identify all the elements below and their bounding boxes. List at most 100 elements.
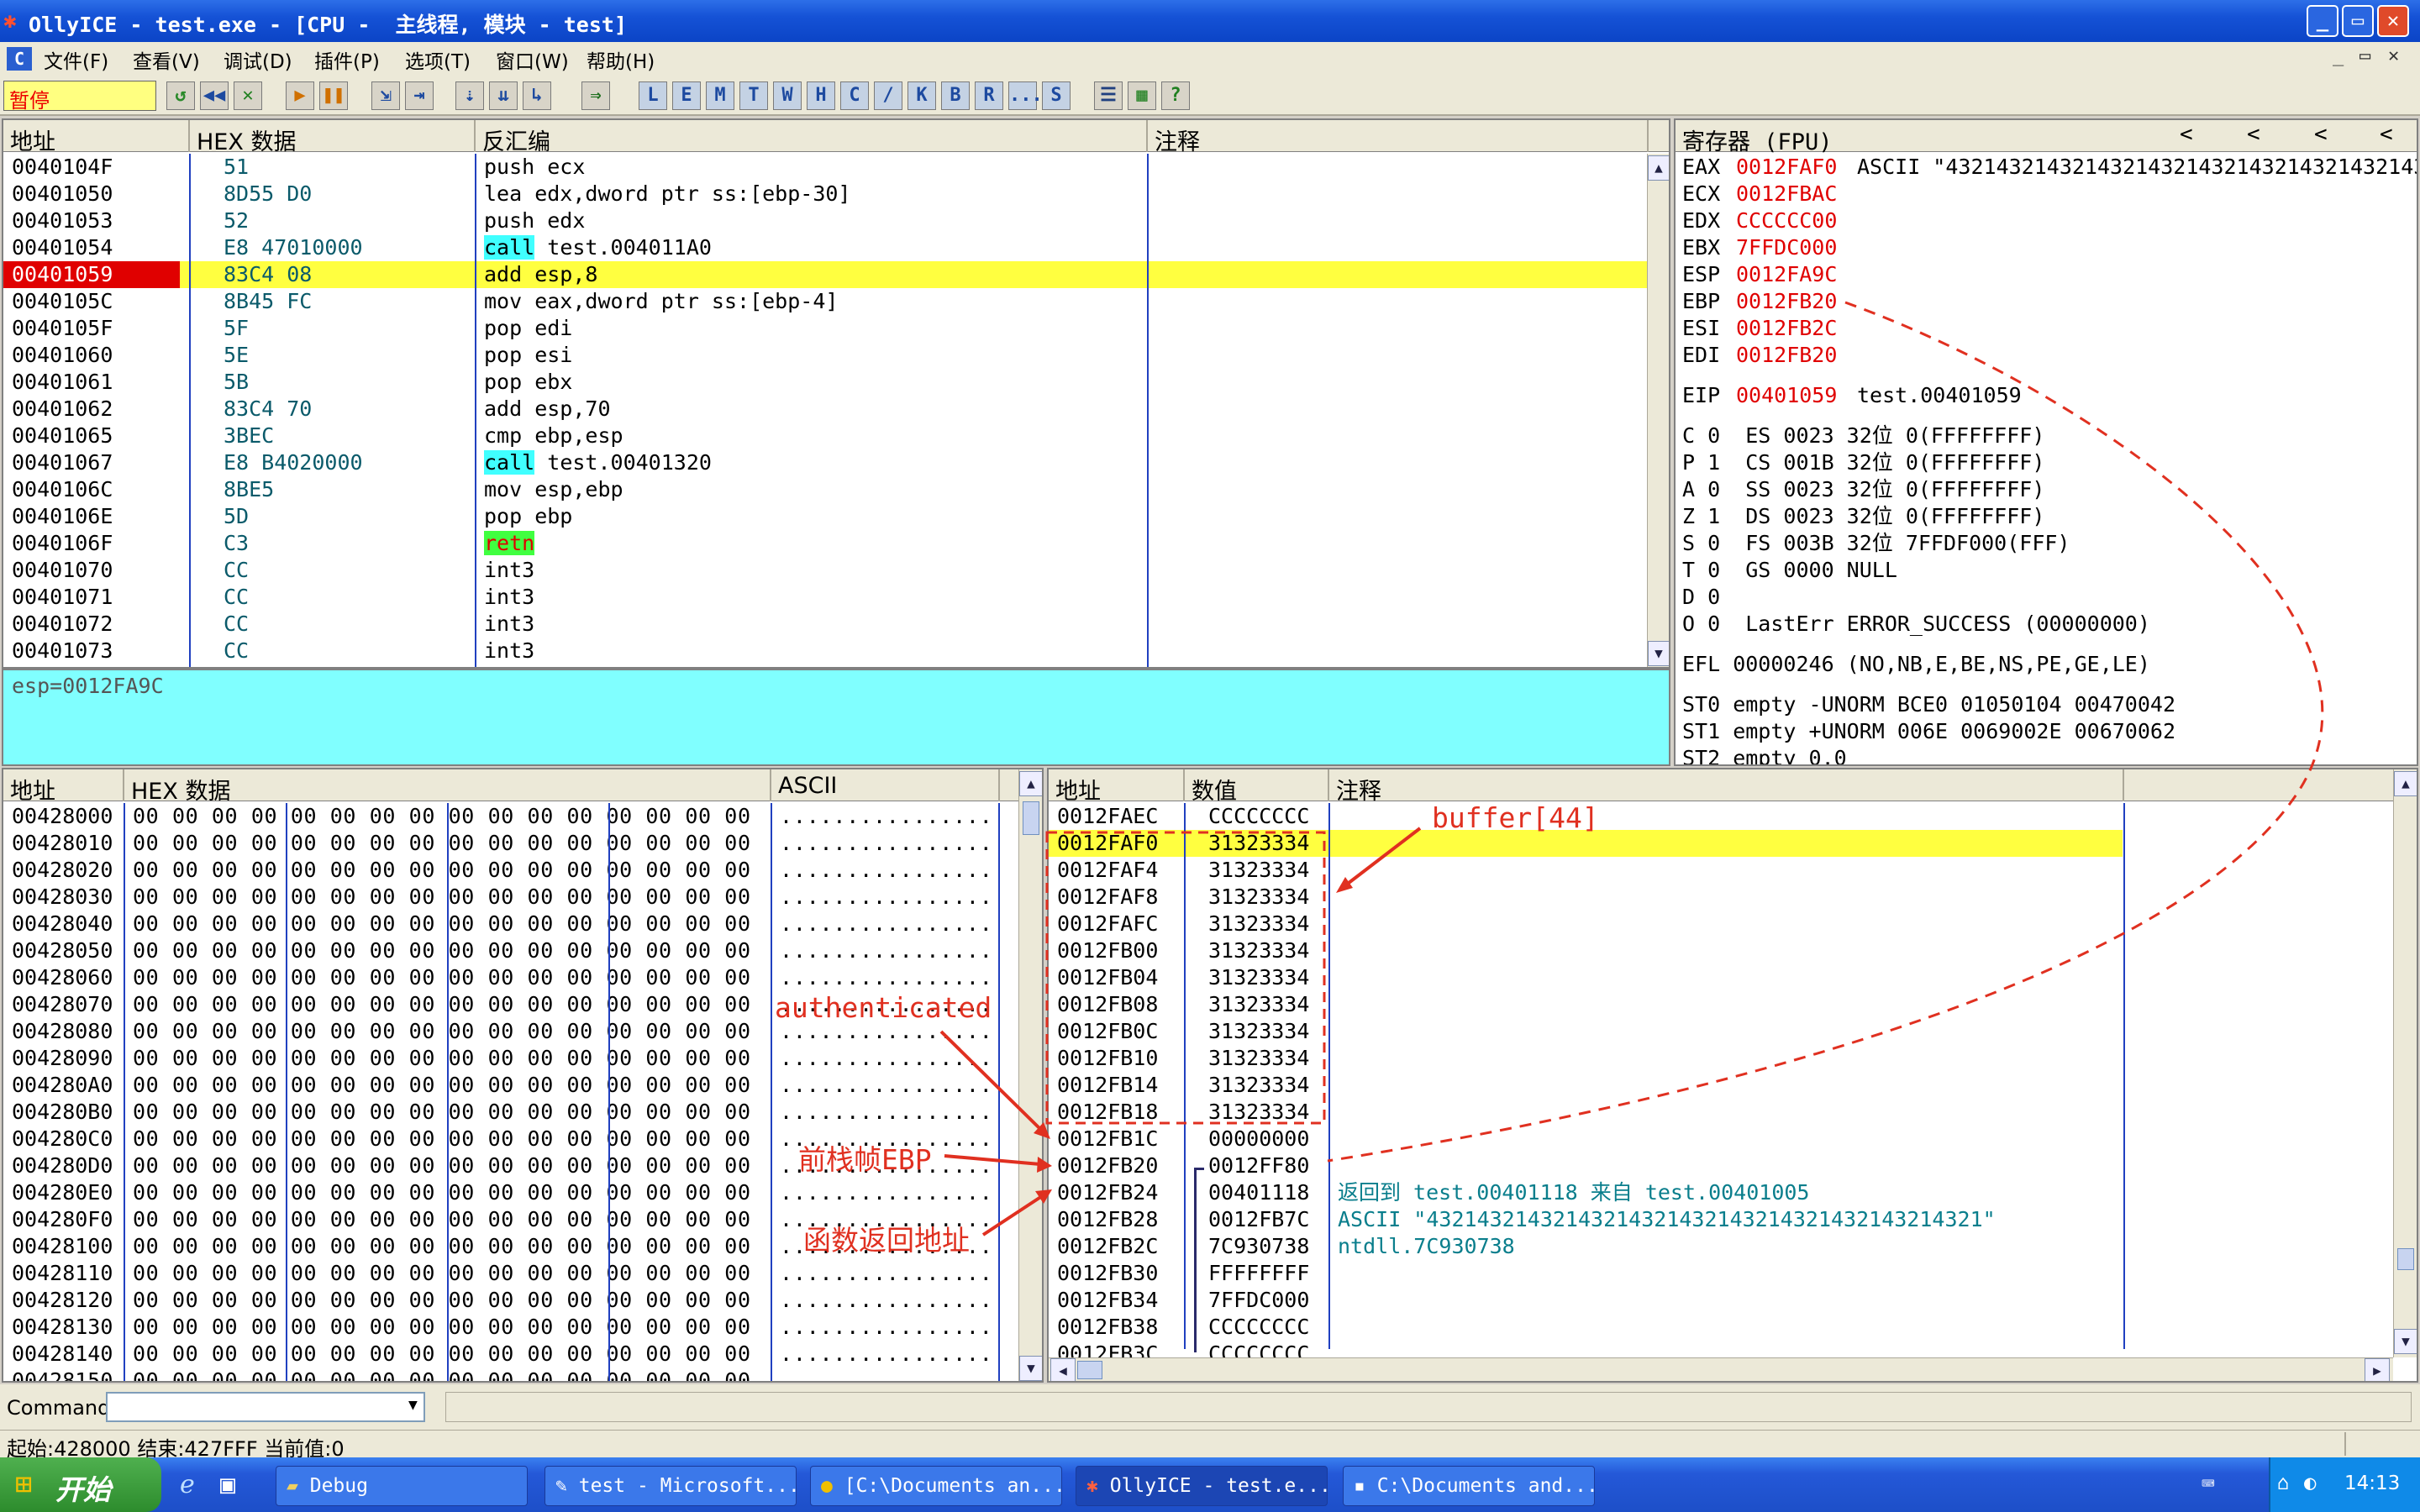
task-explorer[interactable]: ● [C:\Documents an... (810, 1466, 1065, 1506)
disasm-row[interactable]: 00401067 E8 B4020000 call test.00401320 (3, 449, 1647, 476)
dump-scrollbar[interactable]: ▲ ▼ (1018, 769, 1042, 1381)
register-esi[interactable]: ESI 0012FB2C (1682, 315, 2413, 342)
stack-row[interactable]: 0012FB20 0012FF80 (1049, 1152, 2393, 1179)
disasm-row[interactable]: 00401050 8D55 D0 lea edx,dword ptr ss:[ebp… (3, 181, 1647, 207)
window-button-2[interactable]: E (672, 81, 701, 110)
network-icon[interactable]: ⌂ (2277, 1471, 2289, 1494)
mdi-minimize-button[interactable]: _ (2333, 45, 2344, 66)
flag-row[interactable]: C 0 ES 0023 32位 0(FFFFFFFF) (1682, 423, 2413, 449)
stack-hscrollbar[interactable]: ◀ ▶ (1049, 1357, 2393, 1381)
stack-row[interactable]: 0012FAF0 31323334 (1049, 830, 2393, 857)
hscroll-left-icon[interactable]: ◀ (1050, 1358, 1076, 1381)
disasm-row[interactable]: 0040106E 5D pop ebp (3, 503, 1647, 530)
stack-row[interactable]: 0012FB14 31323334 (1049, 1072, 2393, 1099)
dump-col-hex[interactable]: HEX 数据 (124, 769, 771, 805)
register-ebp[interactable]: EBP 0012FB20 (1682, 288, 2413, 315)
stack-row[interactable]: 0012FAFC 31323334 (1049, 911, 2393, 937)
dump-row[interactable]: 00428130 00 00 00 00 00 00 00 00 00 00 00… (3, 1314, 998, 1341)
run-icon[interactable]: ▶ (286, 81, 314, 110)
step-into-icon[interactable]: ⇲ (371, 81, 400, 110)
stack-row[interactable]: 0012FB08 31323334 (1049, 991, 2393, 1018)
disasm-row[interactable]: 0040106C 8BE5 mov esp,ebp (3, 476, 1647, 503)
dump-row[interactable]: 00428000 00 00 00 00 00 00 00 00 00 00 00… (3, 803, 998, 830)
trace-over-icon[interactable]: ⇊ (489, 81, 518, 110)
help-icon[interactable]: ? (1161, 81, 1190, 110)
stack-col-value[interactable]: 数值 (1185, 769, 1329, 805)
command-input[interactable] (106, 1392, 425, 1422)
window-button-5[interactable]: W (773, 81, 802, 110)
minimize-button[interactable]: _ (2307, 5, 2338, 37)
open-icon[interactable]: ↺ (166, 81, 195, 110)
dump-scroll-up-icon[interactable]: ▲ (1019, 771, 1042, 796)
dump-row[interactable]: 00428020 00 00 00 00 00 00 00 00 00 00 00… (3, 857, 998, 884)
reg-nav-4[interactable]: < (2380, 122, 2393, 147)
task-debug[interactable]: ▰ Debug (276, 1466, 528, 1506)
dump-col-ascii[interactable]: ASCII (771, 769, 1000, 801)
dump-row[interactable]: 00428030 00 00 00 00 00 00 00 00 00 00 00… (3, 884, 998, 911)
dump-row[interactable]: 00428110 00 00 00 00 00 00 00 00 00 00 00… (3, 1260, 998, 1287)
dump-row[interactable]: 004280B0 00 00 00 00 00 00 00 00 00 00 00… (3, 1099, 998, 1126)
trace-into-icon[interactable]: ⇣ (455, 81, 484, 110)
disasm-row[interactable]: 0040106F C3 retn (3, 530, 1647, 557)
col-hex[interactable]: HEX 数据 (190, 120, 476, 155)
dump-col-address[interactable]: 地址 (3, 769, 124, 805)
start-button[interactable]: ⊞ 开始 (0, 1457, 161, 1512)
goto-icon[interactable]: ⇒ (581, 81, 610, 110)
ie-icon[interactable]: ℯ (180, 1470, 195, 1499)
mdi-close-button[interactable]: ✕ (2388, 45, 2399, 66)
dump-row[interactable]: 00428150 00 00 00 00 00 00 00 00 00 00 00… (3, 1368, 998, 1381)
window-button-6[interactable]: H (807, 81, 835, 110)
col-address[interactable]: 地址 (3, 120, 190, 155)
dump-row[interactable]: 00428090 00 00 00 00 00 00 00 00 00 00 00… (3, 1045, 998, 1072)
disasm-row[interactable]: 00401054 E8 47010000 call test.004011A0 (3, 234, 1647, 261)
fpu-row[interactable]: ST2 empty 0.0 (1682, 745, 1847, 764)
window-button-11[interactable]: R (975, 81, 1003, 110)
fpu-row[interactable]: ST1 empty +UNORM 006E 0069002E 00670062 (1682, 718, 2175, 745)
register-ecx[interactable]: ECX 0012FBAC (1682, 181, 2413, 207)
flag-row[interactable]: Z 1 DS 0023 32位 0(FFFFFFFF) (1682, 503, 2413, 530)
disasm-row[interactable]: 00401065 3BEC cmp ebp,esp (3, 423, 1647, 449)
mdi-restore-button[interactable]: ▭ (2360, 45, 2370, 66)
close-button[interactable]: ✕ (2377, 5, 2409, 37)
dump-row[interactable]: 00428140 00 00 00 00 00 00 00 00 00 00 00… (3, 1341, 998, 1368)
stack-row[interactable]: 0012FB00 31323334 (1049, 937, 2393, 964)
disasm-row[interactable]: 00401053 52 push edx (3, 207, 1647, 234)
col-disasm[interactable]: 反汇编 (476, 120, 1148, 155)
window-button-8[interactable]: / (874, 81, 902, 110)
disasm-row[interactable]: 00401060 5E pop esi (3, 342, 1647, 369)
window-button-10[interactable]: B (941, 81, 970, 110)
dump-row[interactable]: 00428010 00 00 00 00 00 00 00 00 00 00 00… (3, 830, 998, 857)
registers-pane[interactable]: 寄存器 (FPU) < < < < EAX 0012FAF0 ASCII "4321… (1674, 118, 2418, 766)
dump-row[interactable]: 00428060 00 00 00 00 00 00 00 00 00 00 00… (3, 964, 998, 991)
hscroll-thumb[interactable] (1077, 1361, 1102, 1379)
flag-row[interactable]: D 0 (1682, 584, 2413, 611)
restart-icon[interactable]: ◀◀ (200, 81, 229, 110)
window-button-13[interactable]: S (1042, 81, 1071, 110)
register-esp[interactable]: ESP 0012FA9C (1682, 261, 2413, 288)
close-program-icon[interactable]: ✕ (234, 81, 262, 110)
flag-row[interactable]: T 0 GS 0000 NULL (1682, 557, 2413, 584)
disasm-row[interactable]: 00401059 83C4 08 add esp,8 (3, 261, 1647, 288)
disasm-row[interactable]: 0040105C 8B45 FC mov eax,dword ptr ss:[ebp… (3, 288, 1647, 315)
reg-nav-3[interactable]: < (2314, 122, 2328, 147)
dump-row[interactable]: 00428040 00 00 00 00 00 00 00 00 00 00 00… (3, 911, 998, 937)
dump-row[interactable]: 004280A0 00 00 00 00 00 00 00 00 00 00 00… (3, 1072, 998, 1099)
stack-row[interactable]: 0012FB0C 31323334 (1049, 1018, 2393, 1045)
stack-row[interactable]: 0012FB34 7FFDC000 (1049, 1287, 2393, 1314)
stack-row[interactable]: 0012FB30 FFFFFFFF (1049, 1260, 2393, 1287)
reg-nav-2[interactable]: < (2247, 122, 2260, 147)
stack-row[interactable]: 0012FAEC CCCCCCCC (1049, 803, 2393, 830)
dump-row[interactable]: 004280E0 00 00 00 00 00 00 00 00 00 00 00… (3, 1179, 998, 1206)
menu-view[interactable]: 查看(V) (133, 45, 200, 74)
stack-row[interactable]: 0012FB38 CCCCCCCC (1049, 1314, 2393, 1341)
maximize-button[interactable]: ▭ (2342, 5, 2374, 37)
menu-plugins[interactable]: 插件(P) (314, 45, 380, 74)
stack-row[interactable]: 0012FB24 00401118 返回到 test.00401118 来自 tes… (1049, 1179, 2393, 1206)
fpu-row[interactable]: ST0 empty -UNORM BCE0 01050104 00470042 (1682, 691, 2175, 718)
stack-row[interactable]: 0012FB18 31323334 (1049, 1099, 2393, 1126)
volume-icon[interactable]: ◐ (2304, 1471, 2316, 1494)
disassembly-scrollbar[interactable]: ▲ ▼ (1647, 154, 1669, 667)
stack-col-comment[interactable]: 注释 (1329, 769, 2124, 805)
menu-options[interactable]: 选项(T) (405, 45, 471, 74)
disasm-row[interactable]: 0040104F 51 push ecx (3, 154, 1647, 181)
